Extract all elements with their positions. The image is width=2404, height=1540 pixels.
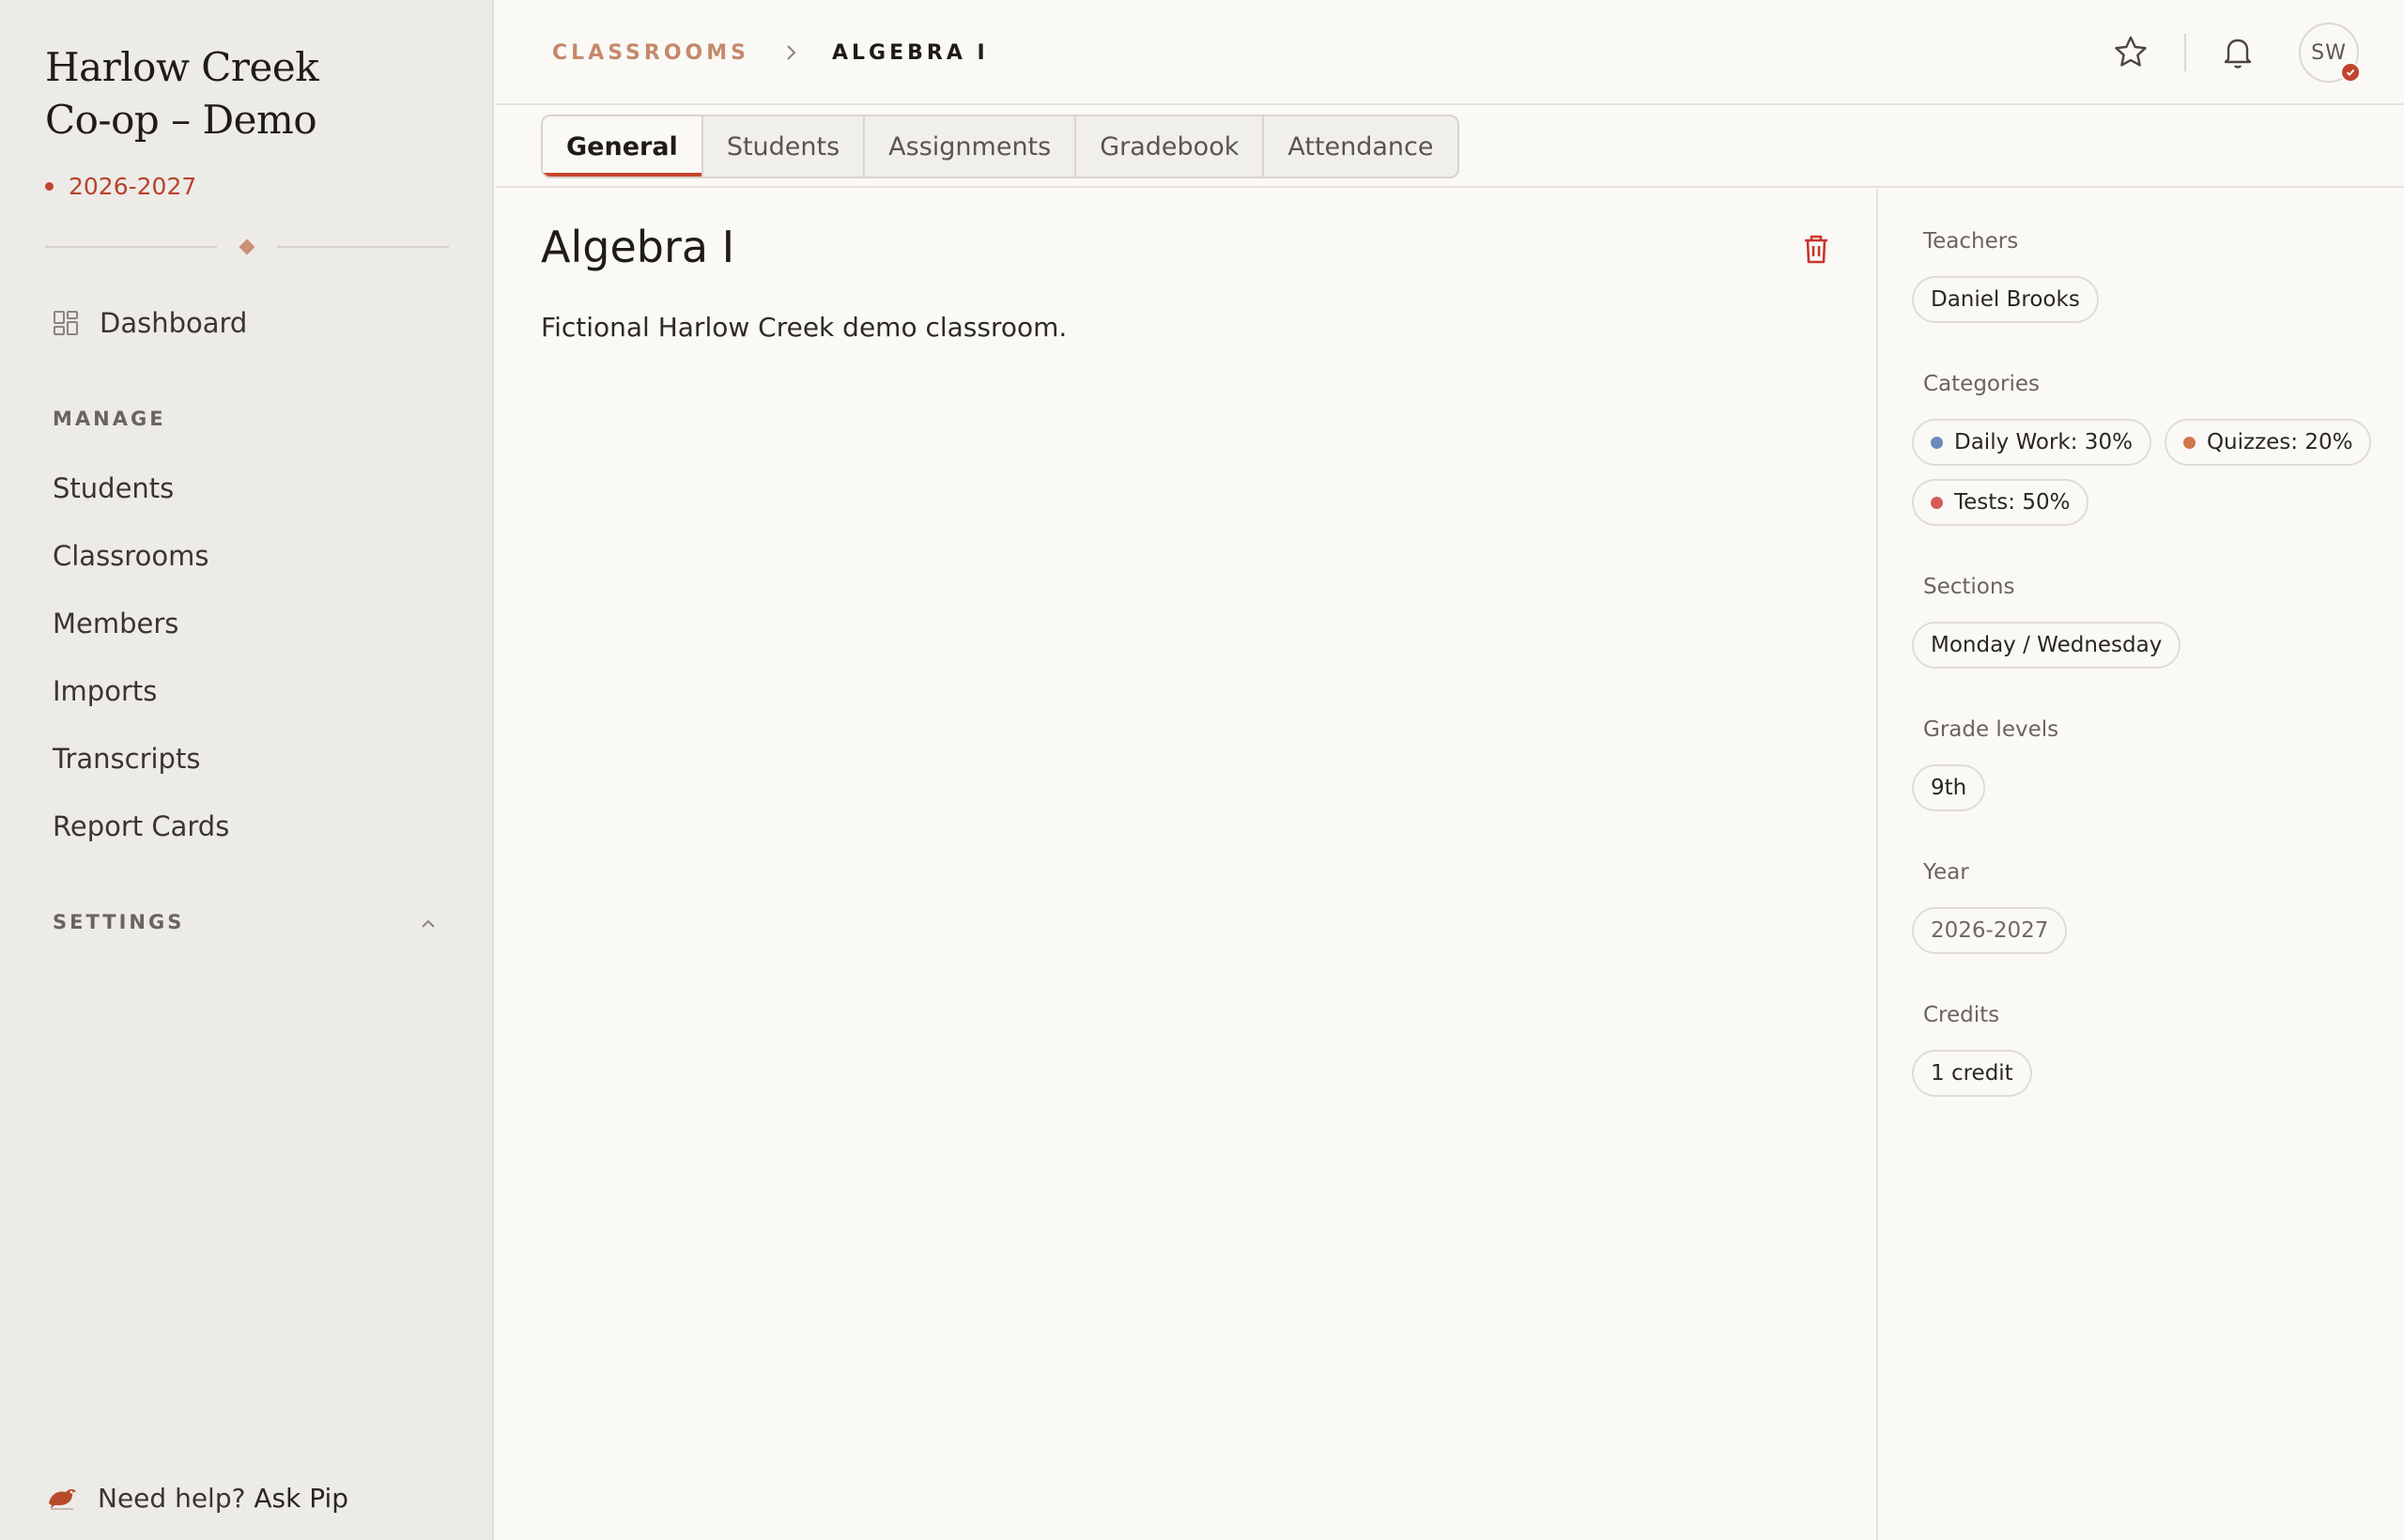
category-label: Quizzes: 20% (2206, 430, 2353, 454)
toolbar-separator (2184, 34, 2186, 71)
main-content: Algebra I Fictional Harlow Creek demo cl… (496, 190, 1876, 1540)
section-label-settings[interactable]: SETTINGS (53, 911, 184, 933)
star-icon[interactable] (2112, 34, 2150, 71)
help-prefix: Need help? (98, 1482, 246, 1514)
category-chip[interactable]: Quizzes: 20% (2164, 419, 2372, 466)
avatar-initials: SW (2311, 40, 2347, 65)
breadcrumb-current: ALGEBRA I (831, 40, 989, 65)
field-label: Grade levels (1923, 717, 2059, 742)
org-name-line1: Harlow Creek (45, 44, 319, 90)
grade-level-chip[interactable]: 9th (1912, 764, 1986, 811)
sidebar-item-transcripts[interactable]: Transcripts (53, 736, 200, 781)
top-bar: CLASSROOMS ALGEBRA I SW (496, 0, 2404, 105)
field-label: Credits (1923, 1003, 2000, 1027)
user-avatar[interactable]: SW (2299, 23, 2361, 83)
classroom-tabs: General Students Assignments Gradebook A… (541, 115, 1459, 178)
field-label: Teachers (1923, 229, 2019, 254)
sidebar-item-label: Dashboard (100, 307, 248, 339)
tab-bar: General Students Assignments Gradebook A… (496, 107, 2404, 188)
field-label: Categories (1923, 372, 2040, 396)
field-label: Year (1923, 860, 1969, 885)
field-categories: Categories Daily Work: 30% Quizzes: 20% … (1912, 372, 2381, 526)
field-year: Year 2026-2027 (1912, 860, 2381, 954)
category-label: Tests: 50% (1954, 490, 2071, 515)
chevron-up-icon[interactable] (417, 913, 439, 935)
help-link[interactable]: Need help? Ask Pip (45, 1474, 348, 1521)
field-grade-levels: Grade levels 9th (1912, 717, 2381, 811)
breadcrumb: CLASSROOMS ALGEBRA I (552, 34, 989, 71)
tab-gradebook[interactable]: Gradebook (1076, 116, 1265, 177)
teacher-chip[interactable]: Daniel Brooks (1912, 276, 2099, 323)
verified-check-icon (2340, 62, 2361, 83)
org-name[interactable]: Harlow Creek Co-op – Demo (45, 41, 458, 146)
year-chip: 2026-2027 (1912, 907, 2068, 954)
ask-pip-link[interactable]: Ask Pip (254, 1483, 348, 1514)
category-dot-icon (2182, 436, 2196, 449)
page-title: Algebra I (541, 222, 735, 272)
dashboard-grid-icon (54, 311, 78, 335)
bell-icon[interactable] (2219, 33, 2257, 70)
breadcrumb-classrooms-link[interactable]: CLASSROOMS (552, 41, 749, 65)
category-chip[interactable]: Daily Work: 30% (1912, 419, 2151, 466)
sidebar-item-report-cards[interactable]: Report Cards (53, 804, 229, 849)
sidebar: Harlow Creek Co-op – Demo 2026-2027 Dash… (0, 0, 494, 1540)
school-year-selector[interactable]: 2026-2027 (45, 169, 196, 203)
section-chip[interactable]: Monday / Wednesday (1912, 622, 2181, 669)
sidebar-item-students[interactable]: Students (53, 466, 174, 511)
category-dot-icon (1931, 436, 1943, 449)
details-panel: Teachers Daniel Brooks Categories Daily … (1876, 190, 2404, 1540)
section-label-manage: MANAGE (53, 408, 166, 430)
bird-icon (49, 1488, 76, 1510)
chevron-right-icon (787, 45, 796, 60)
diamond-icon (239, 239, 255, 255)
sidebar-item-members[interactable]: Members (53, 601, 178, 646)
sidebar-item-dashboard[interactable]: Dashboard (53, 300, 247, 346)
category-chip[interactable]: Tests: 50% (1912, 479, 2089, 526)
field-credits: Credits 1 credit (1912, 1003, 2381, 1097)
sidebar-item-classrooms[interactable]: Classrooms (53, 533, 208, 578)
trash-icon[interactable] (1801, 233, 1831, 265)
category-dot-icon (1931, 496, 1943, 509)
category-label: Daily Work: 30% (1954, 430, 2133, 454)
classroom-description: Fictional Harlow Creek demo classroom. (541, 312, 1068, 343)
tab-students[interactable]: Students (703, 116, 866, 177)
credits-chip[interactable]: 1 credit (1912, 1050, 2032, 1097)
tab-assignments[interactable]: Assignments (865, 116, 1077, 177)
org-name-line2: Co-op – Demo (45, 97, 317, 143)
field-label: Sections (1923, 575, 2015, 599)
sidebar-item-imports[interactable]: Imports (53, 669, 157, 714)
sidebar-divider (45, 239, 449, 255)
field-sections: Sections Monday / Wednesday (1912, 575, 2381, 669)
school-year-label: 2026-2027 (69, 172, 197, 200)
year-dot-icon (45, 181, 54, 191)
tab-attendance[interactable]: Attendance (1264, 116, 1456, 177)
field-teachers: Teachers Daniel Brooks (1912, 229, 2381, 323)
tab-general[interactable]: General (543, 116, 703, 177)
